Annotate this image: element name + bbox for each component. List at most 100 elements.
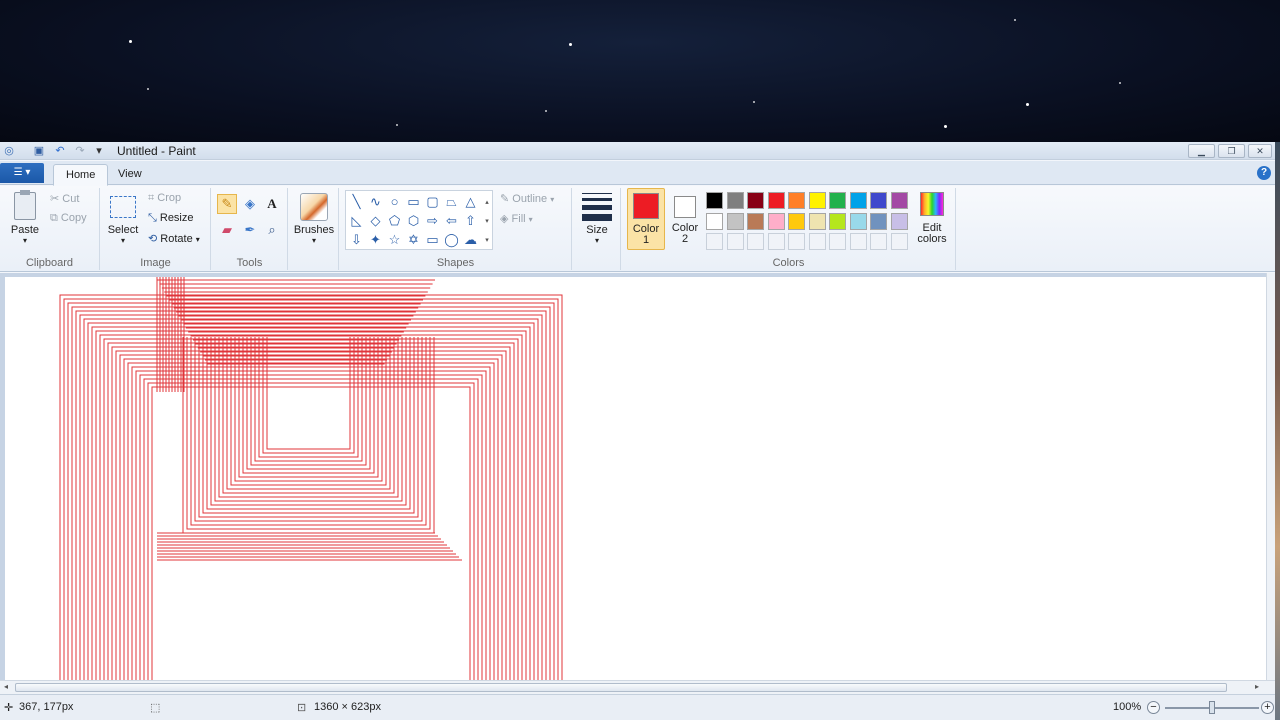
rectangle-callout-shape-icon[interactable]: ▭ xyxy=(424,231,441,248)
palette-color-swatch[interactable] xyxy=(829,212,846,230)
palette-color-swatch[interactable] xyxy=(706,192,723,209)
right-arrow-shape-icon[interactable]: ⇨ xyxy=(424,212,441,229)
rotate-button[interactable]: ⟲ Rotate ▾ xyxy=(148,232,200,245)
paint-menu-button[interactable]: ☰ ▾ xyxy=(0,163,44,183)
palette-color-swatch[interactable] xyxy=(767,192,785,209)
eraser-icon[interactable]: ▰ xyxy=(217,220,237,240)
help-icon[interactable]: ? xyxy=(1257,166,1271,180)
crop-button[interactable]: ⌗ Crop xyxy=(148,192,181,205)
right-triangle-shape-icon[interactable]: ◺ xyxy=(348,212,365,229)
close-button[interactable]: ✕ xyxy=(1248,144,1272,158)
zoom-in-button[interactable]: + xyxy=(1261,701,1274,714)
color1-button[interactable]: Color 1 xyxy=(627,188,665,250)
palette-color-swatch[interactable] xyxy=(890,212,908,230)
star xyxy=(569,43,572,46)
five-point-star-shape-icon[interactable]: ☆ xyxy=(386,231,403,248)
line-shape-icon[interactable]: ╲ xyxy=(348,193,365,210)
zoom-out-button[interactable]: − xyxy=(1147,701,1160,714)
palette-color-swatch[interactable] xyxy=(808,212,826,230)
curve-shape-icon[interactable]: ∿ xyxy=(367,193,384,210)
zoom-slider-thumb[interactable] xyxy=(1209,701,1215,714)
color-picker-icon[interactable]: ✒ xyxy=(240,220,260,240)
edit-colors-button[interactable]: Edit colors xyxy=(912,190,952,250)
pencil-icon[interactable]: ✎ xyxy=(217,194,237,214)
palette-color-swatch[interactable] xyxy=(706,212,723,230)
vertical-scrollbar[interactable] xyxy=(1266,273,1275,680)
palette-color-swatch[interactable] xyxy=(890,192,908,209)
paste-button[interactable]: Paste ▾ xyxy=(6,190,44,248)
drawn-line xyxy=(115,350,507,680)
redo-icon[interactable]: ↷ xyxy=(73,144,87,158)
hexagon-shape-icon[interactable]: ⬡ xyxy=(405,212,422,229)
brushes-button[interactable]: Brushes ▾ xyxy=(293,190,335,250)
undo-icon[interactable]: ↶ xyxy=(53,144,67,158)
tab-home[interactable]: Home xyxy=(53,164,109,186)
resize-button[interactable]: ⤡ Resize xyxy=(148,212,194,225)
cloud-callout-shape-icon[interactable]: ☁ xyxy=(462,231,479,248)
title-bar: ◎ ▣ ↶ ↷ ▾ Untitled - Paint ▁ ❐ ✕ xyxy=(0,142,1275,160)
palette-color-swatch[interactable] xyxy=(726,192,744,209)
diamond-shape-icon[interactable]: ◇ xyxy=(367,212,384,229)
color2-swatch xyxy=(674,196,696,218)
rounded-rectangle-shape-icon[interactable]: ▢ xyxy=(424,193,441,210)
cut-button[interactable]: ✂ Cut xyxy=(50,192,79,205)
paint-app-icon[interactable]: ◎ xyxy=(2,144,16,158)
chevron-down-icon: ▾ xyxy=(22,236,27,245)
scroll-right-icon[interactable]: ▸ xyxy=(1255,682,1259,691)
maximize-button[interactable]: ❐ xyxy=(1218,144,1245,158)
six-point-star-shape-icon[interactable]: ✡ xyxy=(405,231,422,248)
tab-view[interactable]: View xyxy=(106,164,154,186)
copy-button[interactable]: ⧉ Copy xyxy=(50,212,87,225)
scroll-left-icon[interactable]: ◂ xyxy=(4,682,8,691)
text-tool-icon[interactable]: A xyxy=(262,194,282,214)
triangle-shape-icon[interactable]: △ xyxy=(462,193,479,210)
fill-button[interactable]: ◈ Fill ▾ xyxy=(500,212,533,225)
up-arrow-shape-icon[interactable]: ⇧ xyxy=(462,212,479,229)
down-arrow-shape-icon[interactable]: ⇩ xyxy=(348,231,365,248)
custom-color-slot[interactable] xyxy=(808,233,826,250)
custom-color-slot[interactable] xyxy=(767,233,785,250)
palette-color-swatch[interactable] xyxy=(849,212,867,230)
color2-button[interactable]: Color 2 xyxy=(667,188,703,250)
palette-color-swatch[interactable] xyxy=(788,192,805,209)
custom-color-slot[interactable] xyxy=(829,233,846,250)
magnifier-icon[interactable]: ⌕ xyxy=(262,220,282,240)
save-icon[interactable]: ▣ xyxy=(32,144,46,158)
pentagon-shape-icon[interactable]: ⬠ xyxy=(386,212,403,229)
custom-color-slot[interactable] xyxy=(747,233,764,250)
minimize-button[interactable]: ▁ xyxy=(1188,144,1215,158)
oval-callout-shape-icon[interactable]: ◯ xyxy=(443,231,460,248)
palette-color-swatch[interactable] xyxy=(829,192,846,209)
palette-color-swatch[interactable] xyxy=(788,212,805,230)
fill-bucket-icon[interactable]: ◈ xyxy=(240,194,260,214)
four-point-star-shape-icon[interactable]: ✦ xyxy=(367,231,384,248)
palette-color-swatch[interactable] xyxy=(726,212,744,230)
custom-color-slot[interactable] xyxy=(706,233,723,250)
shapes-scroll-arrows[interactable]: ▴ ▾ ▾ xyxy=(482,193,492,249)
drawing-canvas[interactable] xyxy=(5,277,1266,680)
rectangle-shape-icon[interactable]: ▭ xyxy=(405,193,422,210)
size-button[interactable]: Size ▾ xyxy=(577,190,617,252)
left-arrow-shape-icon[interactable]: ⇦ xyxy=(443,212,460,229)
custom-color-slot[interactable] xyxy=(890,233,908,250)
custom-color-slot[interactable] xyxy=(870,233,887,250)
oval-shape-icon[interactable]: ○ xyxy=(386,193,403,210)
palette-color-swatch[interactable] xyxy=(747,192,764,209)
custom-color-slot[interactable] xyxy=(788,233,805,250)
custom-color-slot[interactable] xyxy=(849,233,867,250)
polygon-shape-icon[interactable]: ⏢ xyxy=(443,193,460,210)
palette-color-swatch[interactable] xyxy=(870,192,887,209)
image-group-label: Image xyxy=(140,257,171,269)
palette-color-swatch[interactable] xyxy=(849,192,867,209)
palette-color-swatch[interactable] xyxy=(808,192,826,209)
custom-color-slot[interactable] xyxy=(726,233,744,250)
horizontal-scroll-thumb[interactable] xyxy=(15,683,1227,692)
tools-group: ✎ ◈ A ▰ ✒ ⌕ Tools xyxy=(212,188,288,270)
customize-quick-access-icon[interactable]: ▾ xyxy=(92,144,106,158)
palette-color-swatch[interactable] xyxy=(747,212,764,230)
select-button[interactable]: Select ▾ xyxy=(105,190,141,250)
horizontal-scrollbar[interactable]: ◂ ▸ xyxy=(0,680,1275,694)
palette-color-swatch[interactable] xyxy=(870,212,887,230)
palette-color-swatch[interactable] xyxy=(767,212,785,230)
outline-button[interactable]: ✎ Outline ▾ xyxy=(500,192,554,205)
